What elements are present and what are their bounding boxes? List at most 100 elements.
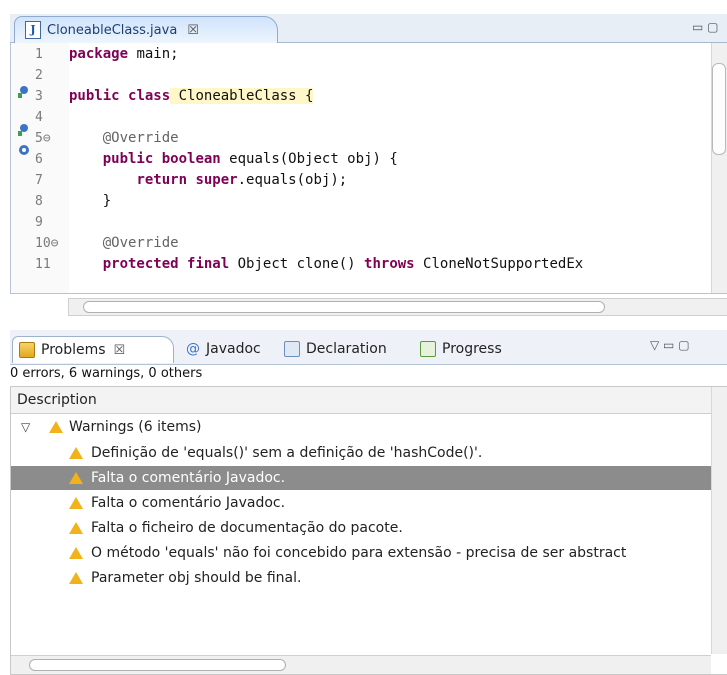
editor-tabbar: J CloneableClass.java ☒ ▭ ▢ xyxy=(10,14,727,43)
warning-icon xyxy=(69,497,83,509)
tab-progress-label: Progress xyxy=(442,341,502,357)
tab-declaration-label: Declaration xyxy=(306,341,387,357)
line-number: 11 xyxy=(35,257,51,272)
code-line[interactable]: public boolean equals(Object obj) { xyxy=(69,150,398,169)
warning-marker-icon xyxy=(19,145,29,155)
code-token: protected xyxy=(102,256,179,272)
code-line[interactable]: @Override xyxy=(69,234,179,253)
warning-icon xyxy=(69,472,83,484)
declaration-icon xyxy=(284,341,300,357)
code-token: CloneableClass { xyxy=(170,88,314,104)
editor-horizontal-scroll-thumb[interactable] xyxy=(83,301,605,313)
warning-icon xyxy=(69,572,83,584)
code-token: CloneNotSupportedEx xyxy=(414,256,584,272)
problems-summary: 0 errors, 6 warnings, 0 others xyxy=(10,366,203,381)
line-number: 3 xyxy=(35,89,43,104)
close-icon[interactable]: ☒ xyxy=(187,23,199,38)
problem-row[interactable]: Falta o comentário Javadoc. xyxy=(11,466,711,490)
problem-description: Definição de 'equals()' sem a definição … xyxy=(91,445,483,461)
problem-description: Falta o ficheiro de documentação do paco… xyxy=(91,520,403,536)
problems-view: Problems ☒ @ Javadoc Declaration Progres… xyxy=(10,330,727,675)
warning-icon xyxy=(49,421,63,433)
code-line[interactable]: return super.equals(obj); xyxy=(69,171,347,190)
code-token: main; xyxy=(128,46,179,62)
code-token: .equals(obj); xyxy=(237,172,348,188)
editor-tab-label: CloneableClass.java xyxy=(47,22,178,38)
code-line[interactable]: public class CloneableClass { xyxy=(69,87,314,106)
problem-row[interactable]: Definição de 'equals()' sem a definição … xyxy=(11,441,711,465)
code-token: super xyxy=(195,172,238,188)
editor-vertical-scrollbar[interactable] xyxy=(711,43,727,293)
problem-row[interactable]: O método 'equals' não foi concebido para… xyxy=(11,541,711,565)
problem-description: Parameter obj should be final. xyxy=(91,570,302,586)
editor-horizontal-scrollbar[interactable] xyxy=(68,298,727,316)
warning-icon xyxy=(69,547,83,559)
tab-progress[interactable]: Progress xyxy=(420,336,502,362)
problem-description: Falta o comentário Javadoc. xyxy=(91,470,286,486)
problem-row[interactable]: Falta o comentário Javadoc. xyxy=(11,491,711,515)
line-number: 1 xyxy=(35,47,43,62)
line-number: 6 xyxy=(35,152,43,167)
code-line[interactable]: protected final Object clone() throws Cl… xyxy=(69,255,583,274)
tab-problems-label: Problems xyxy=(41,342,106,358)
warning-icon xyxy=(69,447,83,459)
line-number: 10⊖ xyxy=(35,236,59,251)
code-line[interactable]: package main; xyxy=(69,45,179,64)
problems-horizontal-scrollbar[interactable] xyxy=(11,655,711,674)
problems-icon xyxy=(19,342,35,358)
close-icon[interactable]: ☒ xyxy=(114,343,126,358)
editor-vertical-scroll-thumb[interactable] xyxy=(712,63,726,155)
code-line[interactable]: } xyxy=(69,192,111,211)
tab-javadoc[interactable]: @ Javadoc xyxy=(186,336,261,362)
problems-table: Description ▽ Warnings (6 items) Definiç… xyxy=(10,386,727,675)
code-token: return xyxy=(136,172,188,188)
code-token: public xyxy=(69,88,120,104)
minimize-maximize-icon[interactable]: ▭ ▢ xyxy=(692,20,719,34)
column-header-description[interactable]: Description xyxy=(11,387,717,414)
problems-vertical-scrollbar[interactable] xyxy=(711,387,727,654)
tab-problems[interactable]: Problems ☒ xyxy=(12,336,174,363)
tab-declaration[interactable]: Declaration xyxy=(284,336,387,362)
javadoc-icon: @ xyxy=(186,341,200,357)
marker-icon xyxy=(18,86,28,98)
code-editor[interactable]: 1 2 3 4 5⊖ 6 7 8 9 10⊖ 11 package main; public clas… xyxy=(10,43,727,294)
line-number: 2 xyxy=(35,68,43,83)
line-number: 4 xyxy=(35,110,43,125)
problems-horizontal-scroll-thumb[interactable] xyxy=(29,659,286,671)
warning-icon xyxy=(69,522,83,534)
view-menu-icon[interactable]: ▽ ▭ ▢ xyxy=(650,338,690,352)
code-line[interactable]: @Override xyxy=(69,129,179,148)
code-token: final xyxy=(187,256,230,272)
line-number: 8 xyxy=(35,194,43,209)
java-file-icon: J xyxy=(25,21,41,39)
progress-icon xyxy=(420,341,436,357)
editor-panel: J CloneableClass.java ☒ ▭ ▢ 1 2 3 4 5⊖ 6 7 8 9 10… xyxy=(10,14,727,320)
override-marker-icon xyxy=(18,124,28,136)
problem-row[interactable]: Parameter obj should be final. xyxy=(11,566,711,590)
code-token: public xyxy=(102,151,154,167)
line-number: 7 xyxy=(35,173,43,188)
editor-tab-cloneableclass[interactable]: J CloneableClass.java ☒ xyxy=(14,16,278,43)
code-token: equals(Object obj) { xyxy=(220,151,398,167)
code-token: @Override xyxy=(69,235,179,251)
code-token: @Override xyxy=(69,130,179,146)
code-token: class xyxy=(128,88,171,104)
problem-description: O método 'equals' não foi concebido para… xyxy=(91,545,627,561)
problem-row[interactable]: Falta o ficheiro de documentação do paco… xyxy=(11,516,711,540)
chevron-down-icon[interactable]: ▽ xyxy=(21,415,30,439)
code-token: } xyxy=(69,193,112,209)
tab-javadoc-label: Javadoc xyxy=(206,341,261,357)
line-number: 9 xyxy=(35,215,43,230)
problem-description: Falta o comentário Javadoc. xyxy=(91,495,286,511)
view-tabbar: Problems ☒ @ Javadoc Declaration Progres… xyxy=(10,330,727,365)
line-number: 5⊖ xyxy=(35,131,51,146)
warnings-group-label: Warnings (6 items) xyxy=(69,419,202,435)
warnings-group-row[interactable]: ▽ Warnings (6 items) xyxy=(11,415,711,439)
code-token: package xyxy=(69,46,129,62)
